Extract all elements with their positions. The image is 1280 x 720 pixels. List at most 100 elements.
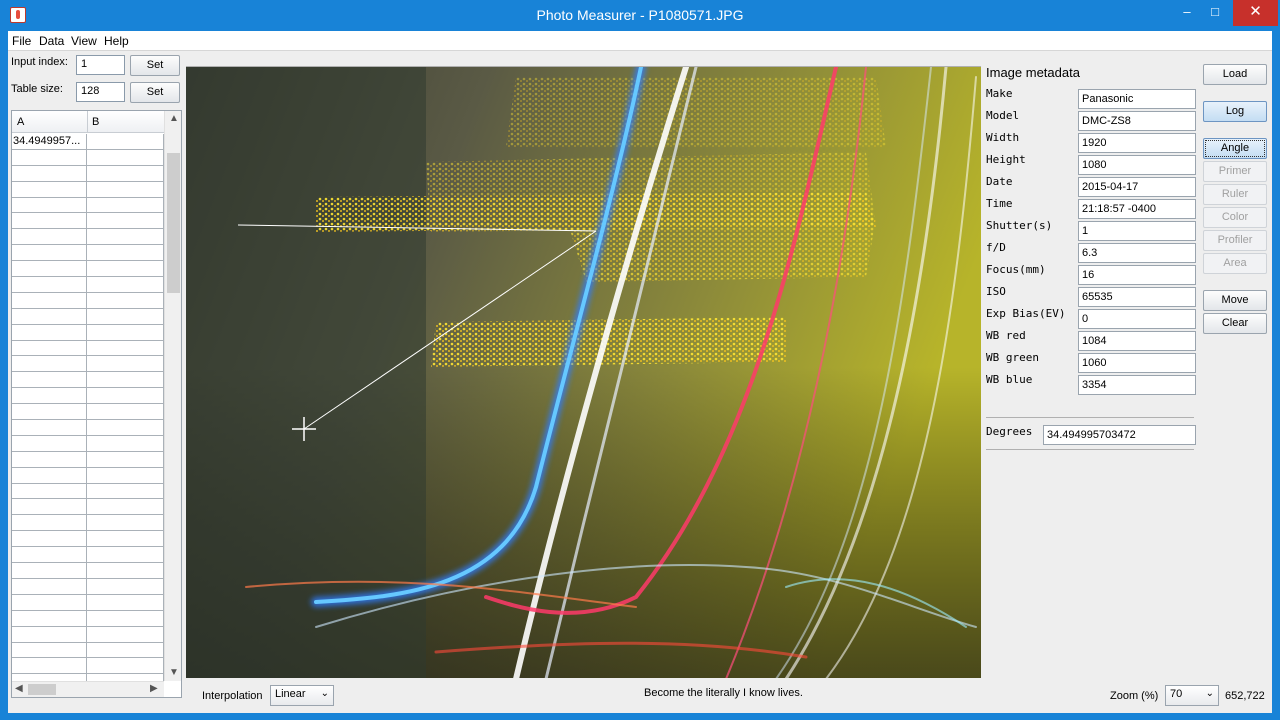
table-cell-a[interactable] bbox=[12, 547, 87, 563]
table-cell-b[interactable] bbox=[88, 435, 164, 451]
table-cell-a[interactable] bbox=[12, 149, 87, 165]
metadata-value-field[interactable]: 1060 bbox=[1078, 353, 1196, 373]
ruler-button[interactable]: Ruler bbox=[1203, 184, 1267, 205]
table-cell-a[interactable] bbox=[12, 388, 87, 404]
table-row[interactable] bbox=[12, 531, 164, 548]
metadata-value-field[interactable]: 21:18:57 -0400 bbox=[1078, 199, 1196, 219]
set-input-index-button[interactable]: Set bbox=[130, 55, 180, 76]
table-cell-b[interactable] bbox=[88, 356, 164, 372]
table-cell-b[interactable] bbox=[88, 499, 164, 515]
table-cell-a[interactable] bbox=[12, 356, 87, 372]
table-cell-b[interactable] bbox=[88, 181, 164, 197]
table-cell-a[interactable] bbox=[12, 531, 87, 547]
table-cell-b[interactable] bbox=[88, 420, 164, 435]
table-cell-a[interactable] bbox=[12, 277, 87, 292]
scroll-up-icon[interactable]: ▲ bbox=[169, 113, 179, 124]
table-cell-b[interactable] bbox=[88, 372, 164, 388]
table-row[interactable] bbox=[12, 308, 164, 325]
metadata-value-field[interactable]: 65535 bbox=[1078, 287, 1196, 307]
table-cell-a[interactable] bbox=[12, 181, 87, 197]
photo-canvas[interactable] bbox=[186, 67, 981, 678]
table-row[interactable] bbox=[12, 658, 164, 675]
table-cell-b[interactable] bbox=[88, 308, 164, 324]
table-cell-b[interactable] bbox=[88, 324, 164, 340]
horizontal-scrollbar[interactable]: ◀ ▶ bbox=[12, 681, 164, 697]
input-index-field[interactable]: 1 bbox=[76, 55, 125, 75]
table-row[interactable] bbox=[12, 165, 164, 182]
menu-data[interactable]: Data bbox=[39, 34, 64, 48]
metadata-value-field[interactable]: 3354 bbox=[1078, 375, 1196, 395]
interpolation-select[interactable]: Linear ⌄ bbox=[270, 685, 334, 706]
table-cell-b[interactable] bbox=[88, 626, 164, 642]
table-cell-a[interactable]: 34.4949957... bbox=[12, 134, 87, 149]
image-frame[interactable] bbox=[186, 66, 981, 678]
table-cell-b[interactable] bbox=[88, 483, 164, 499]
metadata-value-field[interactable]: 6.3 bbox=[1078, 243, 1196, 263]
table-cell-b[interactable] bbox=[88, 594, 164, 610]
table-cell-a[interactable] bbox=[12, 467, 87, 483]
table-row[interactable] bbox=[12, 229, 164, 246]
table-row[interactable] bbox=[12, 245, 164, 262]
table-cell-b[interactable] bbox=[88, 277, 164, 292]
table-row[interactable] bbox=[12, 420, 164, 436]
table-row[interactable] bbox=[12, 547, 164, 564]
table-row[interactable] bbox=[12, 340, 164, 357]
table-cell-a[interactable] bbox=[12, 372, 87, 388]
metadata-value-field[interactable]: Panasonic bbox=[1078, 89, 1196, 109]
table-cell-a[interactable] bbox=[12, 515, 87, 531]
table-size-field[interactable]: 128 bbox=[76, 82, 125, 102]
table-row[interactable] bbox=[12, 197, 164, 214]
table-row[interactable] bbox=[12, 324, 164, 341]
table-cell-a[interactable] bbox=[12, 229, 87, 245]
table-row[interactable] bbox=[12, 149, 164, 166]
area-button[interactable]: Area bbox=[1203, 253, 1267, 274]
move-button[interactable]: Move bbox=[1203, 290, 1267, 311]
table-row[interactable] bbox=[12, 610, 164, 627]
table-cell-b[interactable] bbox=[88, 134, 164, 149]
table-cell-a[interactable] bbox=[12, 324, 87, 340]
table-cell-a[interactable] bbox=[12, 435, 87, 451]
metadata-value-field[interactable]: 16 bbox=[1078, 265, 1196, 285]
table-cell-a[interactable] bbox=[12, 451, 87, 467]
metadata-value-field[interactable]: 1 bbox=[1078, 221, 1196, 241]
table-row[interactable] bbox=[12, 435, 164, 452]
table-cell-a[interactable] bbox=[12, 308, 87, 324]
table-cell-a[interactable] bbox=[12, 261, 87, 277]
table-row[interactable] bbox=[12, 181, 164, 198]
menu-file[interactable]: File bbox=[12, 34, 31, 48]
table-cell-a[interactable] bbox=[12, 642, 87, 658]
table-cell-a[interactable] bbox=[12, 658, 87, 674]
table-cell-b[interactable] bbox=[88, 578, 164, 594]
metadata-value-field[interactable]: 1084 bbox=[1078, 331, 1196, 351]
table-cell-a[interactable] bbox=[12, 483, 87, 499]
profiler-button[interactable]: Profiler bbox=[1203, 230, 1267, 251]
horizontal-scroll-thumb[interactable] bbox=[28, 684, 56, 695]
table-cell-b[interactable] bbox=[88, 610, 164, 626]
table-cell-a[interactable] bbox=[12, 499, 87, 515]
scroll-right-icon[interactable]: ▶ bbox=[150, 683, 158, 694]
metadata-value-field[interactable]: 2015-04-17 bbox=[1078, 177, 1196, 197]
log-button[interactable]: Log bbox=[1203, 101, 1267, 122]
title-bar[interactable]: Photo Measurer - P1080571.JPG – □ ✕ bbox=[0, 0, 1280, 31]
table-row[interactable] bbox=[12, 578, 164, 595]
metadata-value-field[interactable]: 1080 bbox=[1078, 155, 1196, 175]
table-cell-b[interactable] bbox=[88, 197, 164, 213]
table-row[interactable] bbox=[12, 594, 164, 611]
table-cell-b[interactable] bbox=[88, 245, 164, 261]
column-header-a[interactable]: A bbox=[17, 116, 24, 128]
table-cell-b[interactable] bbox=[88, 388, 164, 404]
table-cell-b[interactable] bbox=[88, 563, 164, 578]
table-cell-b[interactable] bbox=[88, 149, 164, 165]
table-row[interactable] bbox=[12, 372, 164, 389]
table-cell-a[interactable] bbox=[12, 165, 87, 181]
angle-button[interactable]: Angle bbox=[1203, 138, 1267, 159]
table-row[interactable] bbox=[12, 642, 164, 659]
vertical-scroll-thumb[interactable] bbox=[167, 153, 180, 293]
close-button[interactable]: ✕ bbox=[1233, 0, 1278, 26]
table-cell-a[interactable] bbox=[12, 626, 87, 642]
menu-help[interactable]: Help bbox=[104, 34, 129, 48]
table-row[interactable] bbox=[12, 388, 164, 405]
color-button[interactable]: Color bbox=[1203, 207, 1267, 228]
table-cell-b[interactable] bbox=[88, 229, 164, 245]
table-row[interactable] bbox=[12, 292, 164, 309]
